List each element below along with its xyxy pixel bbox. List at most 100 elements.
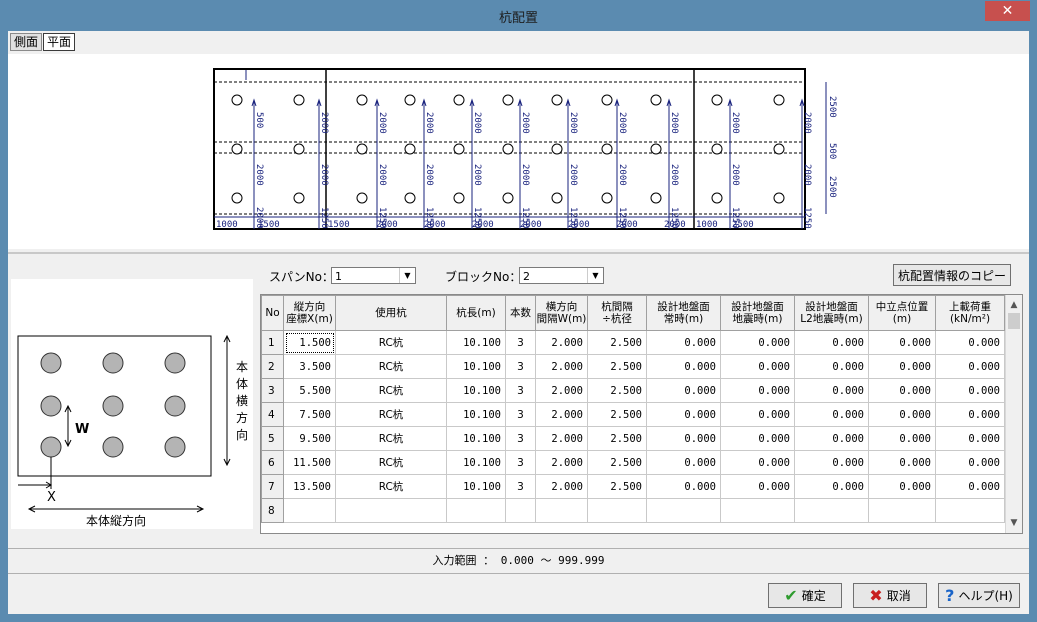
table-cell[interactable]: 0.000 bbox=[935, 378, 1005, 403]
table-cell[interactable]: 10.100 bbox=[446, 378, 506, 403]
table-cell[interactable]: 2.000 bbox=[535, 450, 588, 475]
table-cell[interactable]: 0.000 bbox=[794, 378, 869, 403]
cancel-button[interactable]: ✖ 取消 bbox=[853, 583, 927, 608]
table-cell[interactable]: 0.000 bbox=[868, 378, 936, 403]
table-cell[interactable]: RC杭 bbox=[335, 378, 447, 403]
table-cell[interactable]: 0.000 bbox=[720, 378, 795, 403]
table-cell[interactable]: 0.000 bbox=[794, 474, 869, 499]
table-cell[interactable]: 0.000 bbox=[646, 354, 721, 379]
table-cell[interactable]: 3 bbox=[505, 378, 536, 403]
table-cell[interactable]: 2.000 bbox=[535, 330, 588, 355]
table-cell[interactable]: 0.000 bbox=[720, 354, 795, 379]
table-cell[interactable]: 3.500 bbox=[283, 354, 336, 379]
table-cell[interactable]: 3 bbox=[505, 402, 536, 427]
table-cell[interactable]: 5.500 bbox=[283, 378, 336, 403]
table-cell[interactable]: 0.000 bbox=[935, 450, 1005, 475]
table-cell[interactable]: 10.100 bbox=[446, 426, 506, 451]
table-cell[interactable]: 0.000 bbox=[935, 402, 1005, 427]
table-cell[interactable]: 3 bbox=[505, 330, 536, 355]
table-cell[interactable]: 10.100 bbox=[446, 402, 506, 427]
table-cell[interactable]: 3 bbox=[505, 474, 536, 499]
table-cell[interactable] bbox=[283, 498, 336, 523]
table-cell[interactable]: 10.100 bbox=[446, 354, 506, 379]
table-cell[interactable] bbox=[868, 498, 936, 523]
table-cell[interactable]: 2.000 bbox=[535, 426, 588, 451]
table-cell[interactable]: 0.000 bbox=[794, 330, 869, 355]
tab-plan-view[interactable]: 平面 bbox=[43, 33, 76, 51]
table-cell[interactable]: 7.500 bbox=[283, 402, 336, 427]
table-cell[interactable]: 0.000 bbox=[794, 354, 869, 379]
table-cell[interactable]: 0.000 bbox=[646, 474, 721, 499]
chevron-down-icon[interactable]: ▼ bbox=[587, 268, 603, 283]
table-cell[interactable] bbox=[535, 498, 588, 523]
table-cell[interactable]: 2.500 bbox=[587, 426, 647, 451]
table-cell[interactable]: 2.000 bbox=[535, 402, 588, 427]
table-scrollbar[interactable]: ▲ ▼ bbox=[1005, 295, 1022, 533]
splitter[interactable] bbox=[8, 252, 1029, 254]
table-cell[interactable]: 0.000 bbox=[935, 354, 1005, 379]
table-cell[interactable]: 13.500 bbox=[283, 474, 336, 499]
table-cell[interactable] bbox=[720, 498, 795, 523]
table-cell[interactable]: 2.500 bbox=[587, 450, 647, 475]
table-cell[interactable]: 3 bbox=[505, 450, 536, 475]
table-cell[interactable]: 0.000 bbox=[935, 426, 1005, 451]
table-cell[interactable]: 0.000 bbox=[646, 426, 721, 451]
table-cell[interactable]: RC杭 bbox=[335, 330, 447, 355]
table-cell[interactable]: 10.100 bbox=[446, 474, 506, 499]
table-cell[interactable]: RC杭 bbox=[335, 450, 447, 475]
block-no-select[interactable]: 2 ▼ bbox=[519, 267, 604, 284]
tab-side-view[interactable]: 側面 bbox=[10, 33, 43, 51]
table-cell[interactable] bbox=[505, 498, 536, 523]
table-cell[interactable]: 0.000 bbox=[646, 378, 721, 403]
table-cell[interactable]: 0.000 bbox=[720, 330, 795, 355]
table-cell[interactable]: RC杭 bbox=[335, 402, 447, 427]
table-cell[interactable]: 3 bbox=[505, 354, 536, 379]
table-cell[interactable]: 0.000 bbox=[794, 450, 869, 475]
ok-button[interactable]: ✔ 確定 bbox=[768, 583, 842, 608]
table-cell[interactable]: 0.000 bbox=[646, 330, 721, 355]
table-cell[interactable] bbox=[646, 498, 721, 523]
scroll-down-icon[interactable]: ▼ bbox=[1006, 515, 1022, 531]
table-cell[interactable]: RC杭 bbox=[335, 426, 447, 451]
table-cell[interactable]: 0.000 bbox=[720, 402, 795, 427]
table-cell[interactable]: 0.000 bbox=[868, 402, 936, 427]
table-cell[interactable]: 1.500 bbox=[283, 330, 336, 355]
table-cell[interactable]: 10.100 bbox=[446, 450, 506, 475]
table-cell[interactable]: 0.000 bbox=[794, 426, 869, 451]
table-cell[interactable]: 0.000 bbox=[868, 330, 936, 355]
copy-pile-info-button[interactable]: 杭配置情報のコピー bbox=[893, 264, 1011, 286]
table-cell[interactable]: 0.000 bbox=[935, 474, 1005, 499]
table-cell[interactable]: 2.500 bbox=[587, 330, 647, 355]
scroll-up-icon[interactable]: ▲ bbox=[1006, 297, 1022, 313]
table-cell[interactable]: 2.500 bbox=[587, 474, 647, 499]
table-cell[interactable]: 9.500 bbox=[283, 426, 336, 451]
table-cell[interactable] bbox=[335, 498, 447, 523]
scroll-thumb[interactable] bbox=[1008, 313, 1020, 329]
span-no-select[interactable]: 1 ▼ bbox=[331, 267, 416, 284]
table-cell[interactable]: RC杭 bbox=[335, 354, 447, 379]
table-cell[interactable]: 2.500 bbox=[587, 402, 647, 427]
help-button[interactable]: ? ヘルプ(H) bbox=[938, 583, 1020, 608]
table-cell[interactable]: 3 bbox=[505, 426, 536, 451]
table-cell[interactable]: 10.100 bbox=[446, 330, 506, 355]
table-cell[interactable]: 11.500 bbox=[283, 450, 336, 475]
table-cell[interactable]: 0.000 bbox=[868, 354, 936, 379]
table-cell[interactable] bbox=[935, 498, 1005, 523]
table-cell[interactable]: 0.000 bbox=[868, 450, 936, 475]
table-cell[interactable]: 2.000 bbox=[535, 474, 588, 499]
table-cell[interactable]: 0.000 bbox=[720, 426, 795, 451]
table-cell[interactable]: 0.000 bbox=[868, 474, 936, 499]
table-cell[interactable]: 2.000 bbox=[535, 354, 588, 379]
table-cell[interactable]: 2.500 bbox=[587, 354, 647, 379]
chevron-down-icon[interactable]: ▼ bbox=[399, 268, 415, 283]
table-cell[interactable] bbox=[446, 498, 506, 523]
table-cell[interactable]: 2.500 bbox=[587, 378, 647, 403]
table-cell[interactable] bbox=[587, 498, 647, 523]
table-cell[interactable]: RC杭 bbox=[335, 474, 447, 499]
table-cell[interactable]: 0.000 bbox=[868, 426, 936, 451]
table-cell[interactable]: 0.000 bbox=[935, 330, 1005, 355]
table-cell[interactable]: 2.000 bbox=[535, 378, 588, 403]
table-cell[interactable]: 0.000 bbox=[720, 450, 795, 475]
table-cell[interactable] bbox=[794, 498, 869, 523]
table-cell[interactable]: 0.000 bbox=[720, 474, 795, 499]
